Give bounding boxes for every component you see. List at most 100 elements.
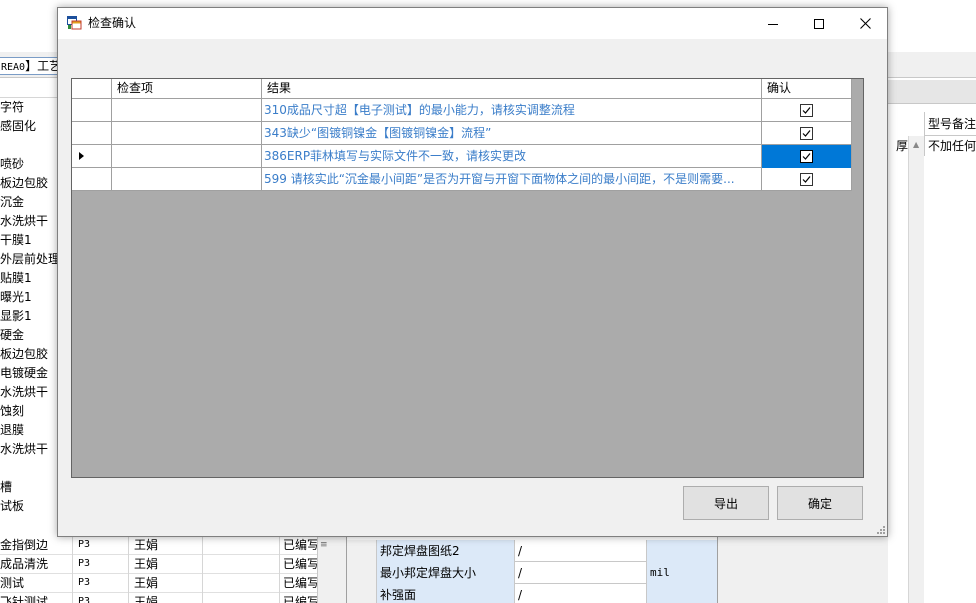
row-header[interactable] xyxy=(72,122,112,145)
table-row[interactable]: 310成品尺寸超【电子测试】的最小能力，请核实调整流程 xyxy=(72,99,852,122)
title-bar[interactable]: 检查确认 xyxy=(58,8,887,39)
process-person: 王娟 xyxy=(134,576,159,590)
confirm-checkbox[interactable] xyxy=(800,127,813,140)
process-name: 成品清洗 xyxy=(0,557,49,571)
confirm-checkbox[interactable] xyxy=(800,150,813,163)
result-cell[interactable]: 386ERP菲林填写与实际文件不一致，请核实更改 xyxy=(262,145,762,168)
process-status: 已编写 xyxy=(283,557,317,571)
result-cell[interactable]: 599 请核实此“沉金最小间距”是否为开窗与开窗下面物体之间的最小间距，不是则需… xyxy=(262,168,762,191)
list-item[interactable]: 感固化 xyxy=(0,117,60,136)
confirm-checkbox[interactable] xyxy=(800,104,813,117)
maximize-button[interactable] xyxy=(796,8,842,39)
table-row[interactable]: 386ERP菲林填写与实际文件不一致，请核实更改 xyxy=(72,145,852,168)
right-cell-fragment: 厚 xyxy=(895,139,908,153)
property-key: 补强面 xyxy=(377,584,515,603)
property-unit: mil xyxy=(647,562,717,584)
property-value[interactable]: / xyxy=(515,562,647,584)
list-item[interactable]: 板边包胶 xyxy=(0,345,60,364)
check-item-cell[interactable] xyxy=(112,145,262,168)
list-item[interactable]: 退膜 xyxy=(0,421,60,440)
check-icon xyxy=(802,176,811,183)
list-item[interactable]: 外层前处理1 xyxy=(0,250,60,269)
list-item[interactable] xyxy=(0,136,60,155)
list-item[interactable]: 槽 xyxy=(0,478,60,497)
list-item[interactable]: 干膜1 xyxy=(0,231,60,250)
ok-button[interactable]: 确定 xyxy=(777,486,863,520)
confirm-checkbox[interactable] xyxy=(800,173,813,186)
splitter[interactable] xyxy=(331,536,347,603)
list-item[interactable]: 水洗烘干 xyxy=(0,440,60,459)
column-divider xyxy=(128,536,129,603)
table-row[interactable]: 成品清洗 P3 王娟 已编写 xyxy=(0,555,320,574)
model-remark-cell[interactable]: 不加任何 xyxy=(924,136,976,156)
process-status: 已编写 xyxy=(283,538,317,552)
column-header-confirm[interactable]: 确认 xyxy=(762,79,852,99)
confirm-cell[interactable] xyxy=(762,168,852,191)
column-header-item[interactable]: 检查项 xyxy=(112,79,262,99)
check-icon xyxy=(802,130,811,137)
column-header-result[interactable]: 结果 xyxy=(262,79,762,99)
property-row[interactable]: 最小邦定焊盘大小 / mil xyxy=(347,562,717,584)
result-cell[interactable]: 310成品尺寸超【电子测试】的最小能力，请核实调整流程 xyxy=(262,99,762,122)
list-item[interactable]: 水洗烘干 xyxy=(0,212,60,231)
column-divider xyxy=(279,536,280,603)
check-icon xyxy=(802,107,811,114)
right-scrollbar[interactable]: ▲ xyxy=(908,136,924,603)
list-item[interactable]: 显影1 xyxy=(0,307,60,326)
row-header[interactable] xyxy=(347,562,377,584)
check-item-cell[interactable] xyxy=(112,168,262,191)
scroll-up-icon[interactable]: ▲ xyxy=(913,140,919,149)
close-icon xyxy=(859,18,871,29)
result-cell[interactable]: 343缺少“图镀铜镍金【图镀铜镍金】流程” xyxy=(262,122,762,145)
row-header[interactable] xyxy=(72,168,112,191)
list-item[interactable]: 字符 xyxy=(0,98,60,117)
table-scrollbar[interactable]: ≡ xyxy=(317,536,331,603)
row-header[interactable] xyxy=(347,540,377,562)
check-icon xyxy=(802,153,811,160)
property-value[interactable]: / xyxy=(515,584,647,603)
background-tab[interactable]: REA0】工艺 xyxy=(0,57,60,75)
close-button[interactable] xyxy=(842,8,888,39)
confirm-cell[interactable] xyxy=(762,99,852,122)
list-item[interactable]: 水洗烘干 xyxy=(0,383,60,402)
confirm-cell[interactable] xyxy=(762,145,852,168)
list-item[interactable]: 沉金 xyxy=(0,193,60,212)
list-item[interactable]: 贴膜1 xyxy=(0,269,60,288)
table-row[interactable]: 343缺少“图镀铜镍金【图镀铜镍金】流程” xyxy=(72,122,852,145)
list-item[interactable]: 电镀硬金 xyxy=(0,364,60,383)
property-value[interactable]: / xyxy=(515,540,647,562)
table-row[interactable]: 599 请核实此“沉金最小间距”是否为开窗与开窗下面物体之间的最小间距，不是则需… xyxy=(72,168,852,191)
list-item[interactable]: 喷砂 xyxy=(0,155,60,174)
list-item[interactable]: 板边包胶 xyxy=(0,174,60,193)
column-divider xyxy=(72,536,73,603)
row-header[interactable] xyxy=(347,584,377,603)
check-item-cell[interactable] xyxy=(112,122,262,145)
process-code: P3 xyxy=(78,577,91,588)
app-icon xyxy=(67,16,82,30)
list-item[interactable]: 曝光1 xyxy=(0,288,60,307)
resize-grip-icon[interactable] xyxy=(876,525,886,535)
process-name: 金指倒边 xyxy=(0,538,49,552)
confirm-cell[interactable] xyxy=(762,122,852,145)
check-item-cell[interactable] xyxy=(112,99,262,122)
export-button[interactable]: 导出 xyxy=(683,486,769,520)
check-grid: 检查项 结果 确认 310成品尺寸超【电子测试】的最小能力，请核实调整流程 34… xyxy=(71,78,864,478)
minimize-icon xyxy=(768,23,778,25)
property-grid: 邦定焊盘图纸2 / 最小邦定焊盘大小 / mil 补强面 / xyxy=(346,536,718,603)
minimize-button[interactable] xyxy=(750,8,796,39)
property-row[interactable]: 补强面 / xyxy=(347,584,717,603)
table-row[interactable]: 测试 P3 王娟 已编写 xyxy=(0,574,320,593)
list-item[interactable]: 试板 xyxy=(0,497,60,516)
table-row[interactable]: 飞针测试 P3 王娟 已编写 xyxy=(0,593,320,603)
list-item[interactable]: 蚀刻 xyxy=(0,402,60,421)
property-row[interactable]: 邦定焊盘图纸2 / xyxy=(347,540,717,562)
list-item[interactable]: 硬金 xyxy=(0,326,60,345)
model-remark-header[interactable]: 型号备注 xyxy=(924,112,976,136)
tab-prefix: REA0 xyxy=(1,62,26,73)
row-header-corner[interactable] xyxy=(72,79,112,99)
list-item[interactable] xyxy=(0,459,60,478)
table-row[interactable]: 金指倒边 P3 王娟 已编写 xyxy=(0,536,320,555)
row-header[interactable] xyxy=(72,145,112,168)
process-person: 王娟 xyxy=(134,557,159,571)
row-header[interactable] xyxy=(72,99,112,122)
